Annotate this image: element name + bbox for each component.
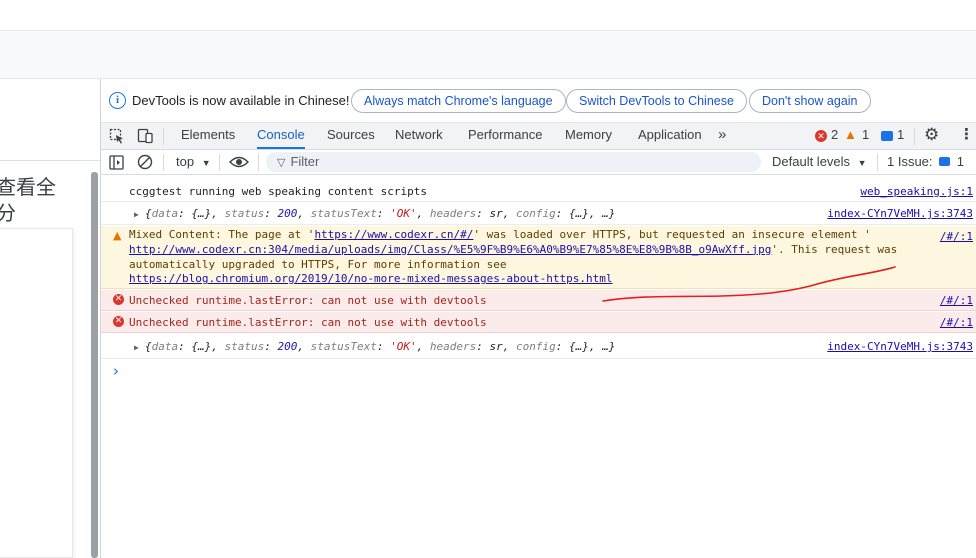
- cjk-line-2: 分: [0, 201, 16, 225]
- page-cjk-text: 查看全 分: [0, 174, 56, 226]
- divider: [0, 160, 100, 161]
- cjk-line-1: 查看全: [0, 175, 56, 199]
- browser-page-top: [0, 0, 976, 31]
- devtools-panel: i DevTools is now available in Chinese! …: [101, 79, 976, 558]
- red-annotation-stroke: [602, 266, 896, 302]
- page-card: [0, 228, 73, 558]
- page-header-bar: [0, 31, 976, 79]
- page-scrollbar[interactable]: [91, 172, 98, 558]
